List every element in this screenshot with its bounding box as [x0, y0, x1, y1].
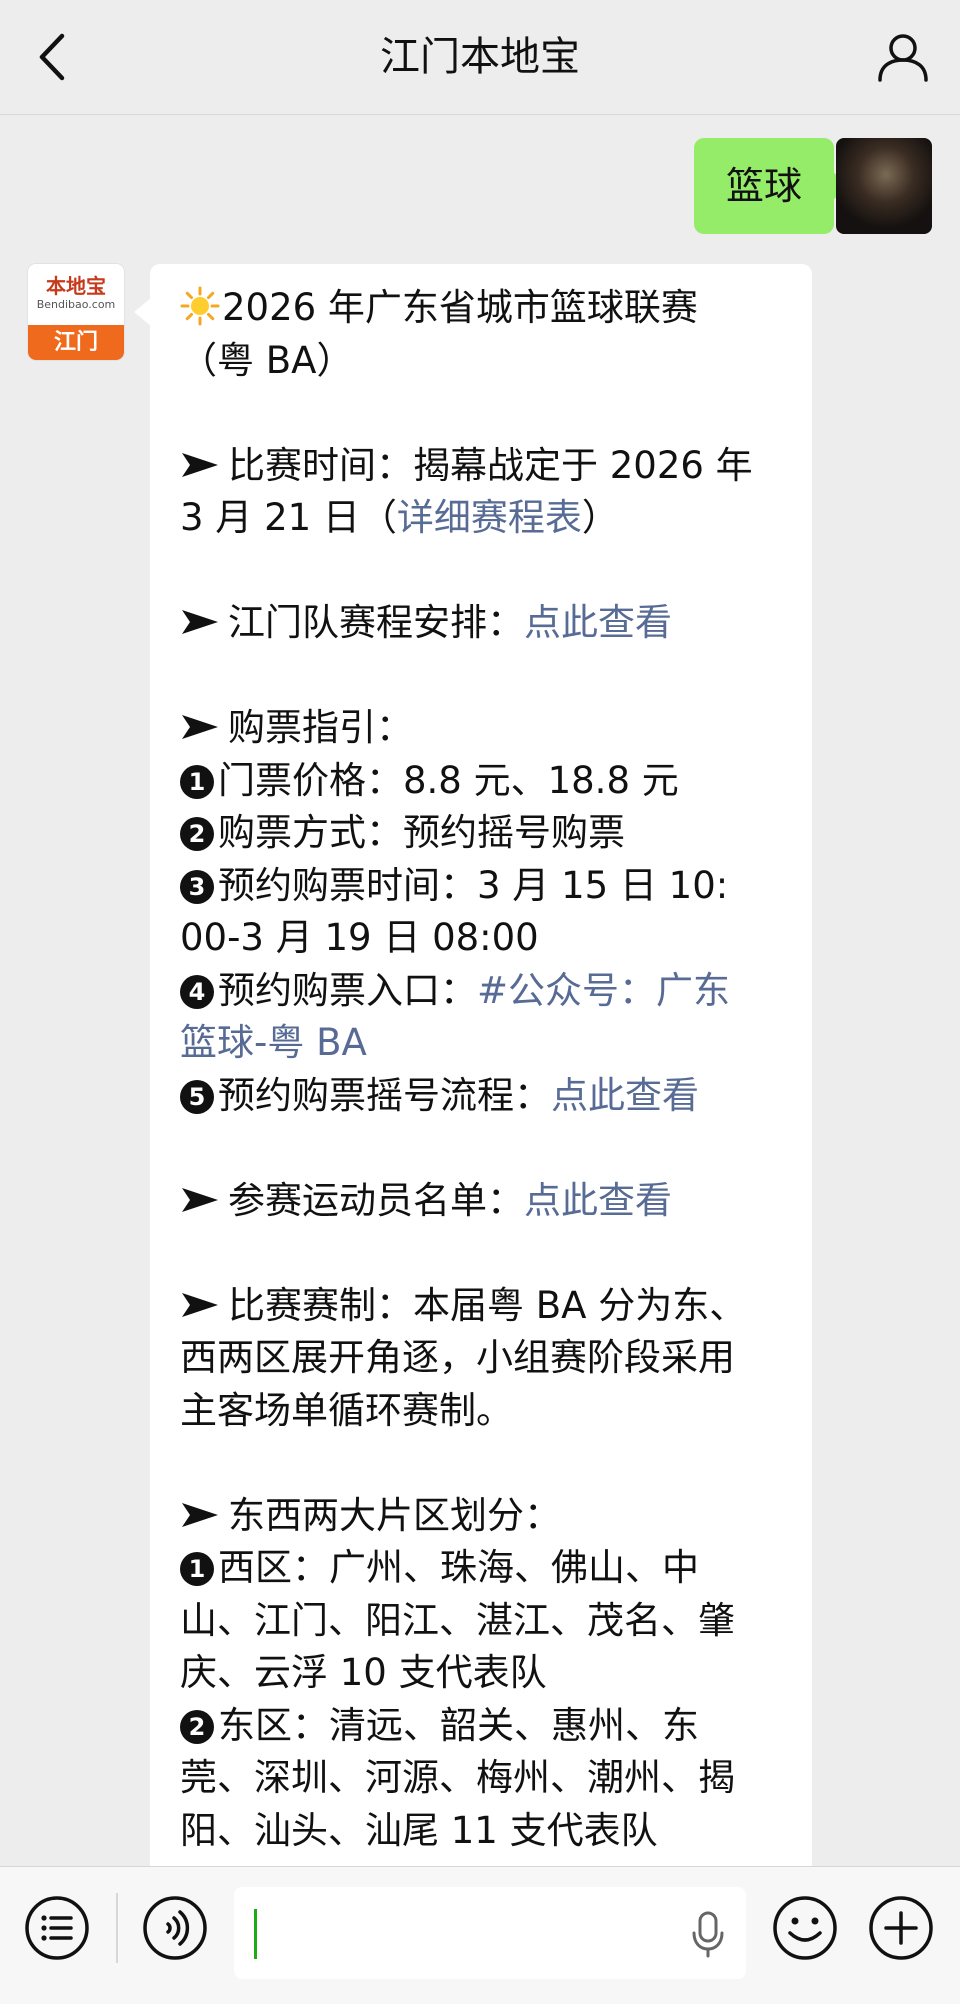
message-line: 1 门票价格：8.8 元、18.8 元: [180, 755, 786, 808]
text-caret: [254, 1909, 257, 1959]
message-line: 篮球-粤 BA: [180, 1017, 786, 1070]
number-badge-icon: 1: [180, 1552, 214, 1586]
number-badge-icon: 5: [180, 1079, 214, 1114]
message-line: 2026 年广东省城市篮球联赛: [180, 282, 786, 335]
message-line: 庆、云浮 10 支代表队: [180, 1647, 786, 1700]
person-icon[interactable]: [872, 26, 934, 88]
message-line: 1 西区：广州、珠海、佛山、中: [180, 1542, 786, 1595]
outgoing-message-bubble[interactable]: 篮球: [693, 138, 851, 234]
message-text: 参赛运动员名单：: [228, 1178, 524, 1222]
sun-icon: [180, 286, 220, 326]
bot-avatar-brand: 本地宝: [46, 274, 106, 298]
arrow-right-icon: [182, 715, 218, 739]
message-input[interactable]: [234, 1887, 746, 1979]
message-text: 西区：广州、珠海、佛山、中: [218, 1546, 699, 1589]
message-link[interactable]: 点此查看: [551, 1074, 699, 1117]
message-text: ）: [581, 496, 619, 539]
message-text: 阳、汕头、汕尾 11 支代表队: [180, 1808, 658, 1852]
message-line: （粤 BA）: [180, 335, 786, 388]
message-text: 西两区展开角逐，小组赛阶段采用: [180, 1336, 735, 1379]
message-text: 庆、云浮 10 支代表队: [180, 1651, 547, 1694]
message-line: 主客场单循环赛制。: [180, 1385, 786, 1438]
message-line: 东西两大片区划分：: [180, 1490, 786, 1543]
number-badge-icon: 1: [180, 764, 214, 799]
message-line: 西两区展开角逐，小组赛阶段采用: [180, 1332, 786, 1385]
message-line: 5 预约购票摇号流程：点此查看: [180, 1070, 786, 1123]
top-nav-bar: 江门本地宝: [0, 0, 960, 115]
message-text: 预约购票摇号流程：: [218, 1073, 551, 1117]
message-line: 山、江门、阳江、湛江、茂名、肇: [180, 1595, 786, 1648]
plus-icon[interactable]: [868, 1895, 934, 1961]
message-text: 山、江门、阳江、湛江、茂名、肇: [180, 1598, 735, 1642]
message-text: （粤 BA）: [180, 338, 354, 382]
message-line: 江门队赛程安排：点此查看: [180, 597, 786, 650]
arrow-right-icon: [182, 1292, 218, 1317]
message-line: 2 东区：清远、韶关、惠州、东: [180, 1700, 786, 1753]
user-avatar[interactable]: [836, 138, 932, 234]
message-line: 3 预约购票时间：3 月 15 日 10:: [180, 860, 786, 913]
message-line: 2 购票方式：预约摇号购票: [180, 807, 786, 860]
message-text: 3 月 21 日（: [180, 496, 397, 539]
message-text: 预约购票入口：: [218, 968, 477, 1012]
message-line: 4 预约购票入口：#公众号：广东: [180, 965, 786, 1018]
message-line: 比赛时间：揭幕战定于 2026 年: [180, 440, 786, 493]
page-title: 江门本地宝: [380, 34, 580, 80]
message-link[interactable]: 详细赛程表: [397, 496, 582, 539]
bot-avatar-site: Bendibao.com: [36, 298, 116, 311]
message-text: 东西两大片区划分：: [228, 1493, 561, 1537]
message-text: 购票指引：: [228, 706, 413, 749]
incoming-message-bubble: 2026 年广东省城市篮球联赛 （粤 BA） 比赛时间：揭幕战定于 2026 年 3 …: [134, 264, 812, 2004]
outgoing-message-text: 篮球: [725, 164, 802, 208]
message-link[interactable]: 点此查看: [524, 1179, 672, 1222]
message-line: 购票指引：: [180, 702, 786, 755]
bot-avatar-city: 江门: [28, 325, 124, 360]
arrow-right-icon: [182, 1502, 218, 1527]
message-line: 3 月 21 日（详细赛程表）: [180, 492, 786, 545]
microphone-icon[interactable]: [690, 1909, 726, 1959]
list-icon[interactable]: [24, 1895, 90, 1961]
message-text: 江门队赛程安排：: [228, 601, 524, 644]
message-line: 参赛运动员名单：点此查看: [180, 1175, 786, 1228]
message-line: 比赛赛制：本届粤 BA 分为东、: [180, 1280, 786, 1333]
message-text: 00-3 月 19 日 08:00: [180, 916, 539, 959]
message-content: 2026 年广东省城市篮球联赛 （粤 BA） 比赛时间：揭幕战定于 2026 年 3 …: [180, 282, 786, 1857]
bot-avatar[interactable]: 本地宝 Bendibao.com 江门: [28, 264, 124, 360]
message-text: 购票方式：预约摇号购票: [218, 811, 625, 854]
arrow-right-icon: [182, 610, 218, 634]
message-link[interactable]: 点此查看: [524, 601, 672, 644]
number-badge-icon: 2: [180, 817, 214, 851]
arrow-right-icon: [182, 452, 218, 477]
message-text: 东区：清远、韶关、惠州、东: [218, 1703, 699, 1747]
voice-wave-icon[interactable]: [142, 1895, 208, 1961]
number-badge-icon: 2: [180, 1709, 214, 1744]
message-link[interactable]: 篮球-粤 BA: [180, 1021, 367, 1064]
arrow-right-icon: [182, 1187, 218, 1212]
number-badge-icon: 4: [180, 974, 214, 1009]
smiley-icon[interactable]: [772, 1895, 838, 1961]
message-line: 莞、深圳、河源、梅州、潮州、揭: [180, 1752, 786, 1805]
message-text: 2026 年广东省城市篮球联赛: [222, 286, 698, 329]
message-text: 比赛时间：揭幕战定于 2026 年: [228, 443, 753, 487]
message-text: 主客场单循环赛制。: [180, 1388, 513, 1432]
bar-divider: [116, 1893, 118, 1963]
message-line: 阳、汕头、汕尾 11 支代表队: [180, 1805, 786, 1858]
message-line: 00-3 月 19 日 08:00: [180, 912, 786, 965]
number-badge-icon: 3: [180, 869, 214, 904]
message-text: 莞、深圳、河源、梅州、潮州、揭: [180, 1756, 735, 1799]
bot-avatar-logo: 本地宝 Bendibao.com: [28, 264, 124, 325]
message-link[interactable]: #公众号：广东: [477, 969, 730, 1012]
message-text: 预约购票时间：3 月 15 日 10:: [218, 863, 729, 907]
chat-input-bar: [0, 1866, 960, 2004]
message-text: 门票价格：8.8 元、18.8 元: [218, 758, 679, 802]
message-text: 比赛赛制：本届粤 BA 分为东、: [228, 1283, 747, 1327]
